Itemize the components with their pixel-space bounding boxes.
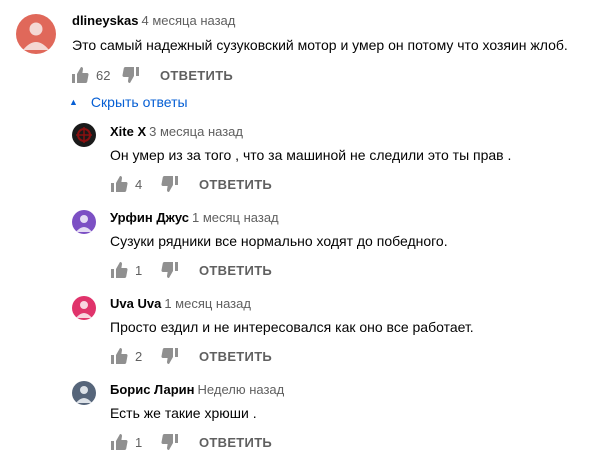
comment-time[interactable]: 4 месяца назад	[142, 13, 236, 28]
comment-header: Uva Uva 1 месяц назад	[110, 296, 251, 311]
thumbs-down-icon[interactable]	[122, 66, 140, 84]
chevron-up-icon: ▲	[69, 97, 78, 107]
comment-header: dlineyskas 4 месяца назад	[72, 13, 235, 28]
comment-actions: 4 ОТВЕТИТЬ	[110, 174, 272, 194]
like-count: 1	[135, 434, 143, 450]
comment-actions: 1 ОТВЕТИТЬ	[110, 260, 272, 280]
thumbs-down-icon[interactable]	[161, 261, 179, 279]
comment-text: Есть же такие хрюши .	[110, 405, 257, 421]
comment-time[interactable]: 1 месяц назад	[164, 296, 251, 311]
comment-author[interactable]: Борис Ларин	[110, 382, 195, 397]
hide-replies-button[interactable]: ▲ Скрыть ответы	[69, 94, 188, 110]
avatar[interactable]	[72, 210, 96, 234]
comment-text: Просто ездил и не интересовался как оно …	[110, 319, 474, 335]
thumbs-up-icon[interactable]	[110, 347, 128, 365]
thumbs-down-icon[interactable]	[161, 347, 179, 365]
user-silhouette-icon	[16, 14, 56, 54]
like-count: 1	[135, 262, 143, 278]
reply-button[interactable]: ОТВЕТИТЬ	[199, 435, 272, 450]
comment-header: Xite X3 месяца назад	[110, 124, 243, 139]
comment-actions: 2 ОТВЕТИТЬ	[110, 346, 272, 366]
avatar[interactable]	[72, 381, 96, 405]
like-count: 62	[96, 67, 111, 83]
user-silhouette-icon	[72, 381, 96, 405]
comment-actions: 1 ОТВЕТИТЬ	[110, 432, 272, 452]
comment-time[interactable]: 1 месяц назад	[192, 210, 279, 225]
comment-time[interactable]: 3 месяца назад	[149, 124, 243, 139]
comment-actions: 62 ОТВЕТИТЬ	[71, 65, 233, 85]
dark-avatar-icon	[72, 123, 96, 147]
like-count: 4	[135, 176, 143, 192]
thumbs-up-icon[interactable]	[71, 66, 89, 84]
comment-author[interactable]: Uva Uva	[110, 296, 161, 311]
comment-header: Урфин Джус 1 месяц назад	[110, 210, 279, 225]
avatar[interactable]	[72, 123, 96, 147]
like-count: 2	[135, 348, 143, 364]
reply-button[interactable]: ОТВЕТИТЬ	[199, 263, 272, 278]
reply-button[interactable]: ОТВЕТИТЬ	[160, 68, 233, 83]
user-silhouette-icon	[72, 210, 96, 234]
comment-header: Борис Ларин Неделю назад	[110, 382, 284, 397]
comment-author[interactable]: dlineyskas	[72, 13, 139, 28]
user-silhouette-icon	[72, 296, 96, 320]
thumbs-down-icon[interactable]	[161, 433, 179, 451]
comment-text: Сузуки рядники все нормально ходят до по…	[110, 233, 448, 249]
thumbs-down-icon[interactable]	[161, 175, 179, 193]
comment-author[interactable]: Урфин Джус	[110, 210, 189, 225]
thumbs-up-icon[interactable]	[110, 433, 128, 451]
comment-text: Это самый надежный сузуковский мотор и у…	[72, 37, 568, 53]
comment-author[interactable]: Xite X	[110, 124, 146, 139]
reply-button[interactable]: ОТВЕТИТЬ	[199, 349, 272, 364]
avatar[interactable]	[16, 14, 56, 54]
comment-text: Он умер из за того , что за машиной не с…	[110, 147, 512, 163]
reply-button[interactable]: ОТВЕТИТЬ	[199, 177, 272, 192]
comment-time[interactable]: Неделю назад	[198, 382, 285, 397]
thumbs-up-icon[interactable]	[110, 261, 128, 279]
hide-replies-label: Скрыть ответы	[90, 94, 188, 110]
avatar[interactable]	[72, 296, 96, 320]
thumbs-up-icon[interactable]	[110, 175, 128, 193]
